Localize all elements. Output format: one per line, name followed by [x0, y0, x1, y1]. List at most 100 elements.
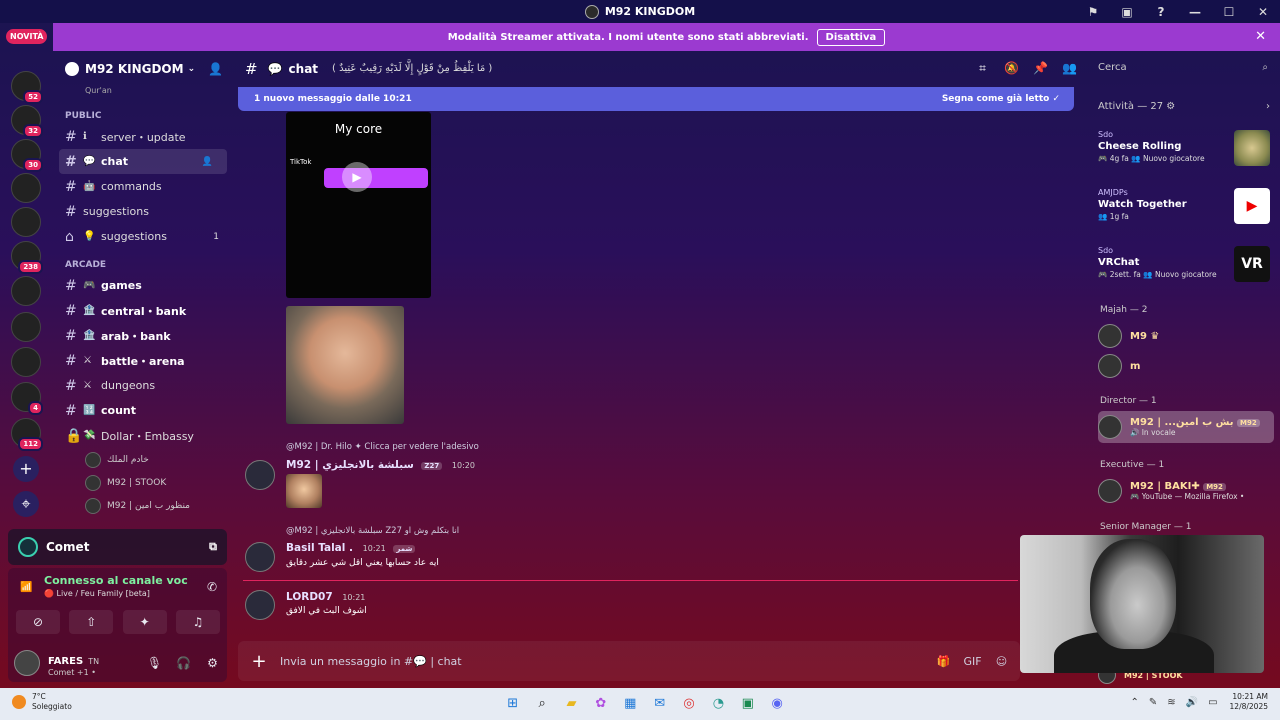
channel-battle-arena[interactable]: # ⚔ battle・arena: [53, 348, 233, 373]
attach-plus-icon[interactable]: +: [238, 651, 280, 672]
play-icon[interactable]: ▶: [342, 162, 372, 192]
explore-servers-icon[interactable]: ⌖: [13, 491, 39, 517]
channel-suggestions[interactable]: # suggestions: [53, 199, 233, 224]
category-arcade[interactable]: ARCADE: [53, 257, 233, 273]
volume-icon[interactable]: 🔊: [1186, 697, 1198, 708]
channel-server-update[interactable]: # ℹ server・update: [53, 124, 233, 149]
new-messages-bar[interactable]: 1 nuovo messaggio dalle 10:21 Segna come…: [238, 87, 1074, 111]
gift-icon[interactable]: 🎁: [929, 655, 958, 668]
screen-share-icon[interactable]: ⇧: [69, 610, 114, 634]
voice-member[interactable]: خادم الملك: [53, 448, 233, 471]
voice-channel[interactable]: 🔴 Live / Feu Family [beta]: [44, 589, 150, 598]
add-server-icon[interactable]: +: [13, 456, 39, 482]
comet-icon[interactable]: ◔: [704, 693, 733, 715]
sticker-icon[interactable]: ☺: [987, 655, 1016, 668]
activity-item[interactable]: Sdo Cheese Rolling 🎮 4g fa 👥 Nuovo gioca…: [1098, 130, 1270, 170]
server-icon[interactable]: 52: [11, 71, 43, 104]
channel-topic[interactable]: ( مَا يَلْفِظُ مِنْ قَوْلٍ إِلَّا لَدَيْ…: [332, 63, 492, 74]
pen-icon[interactable]: ✎: [1149, 697, 1157, 708]
guild-header[interactable]: M92 KINGDOM ⌄ 👤: [53, 51, 233, 86]
app-icon[interactable]: ▣: [733, 693, 762, 715]
message-author[interactable]: Basil Talal .: [286, 542, 353, 554]
channel-arab-bank[interactable]: # 🏦 arab・bank: [53, 323, 233, 348]
reply-preview[interactable]: @M92 | Dr. Hilo ✦ Clicca per vedere l'ad…: [286, 442, 479, 452]
server-icon[interactable]: 112: [11, 418, 43, 451]
activity-item[interactable]: AMJDPs Watch Together 👥 1g fa ▶: [1098, 188, 1270, 228]
inbox-icon[interactable]: ⚑: [1076, 5, 1110, 19]
weather-widget[interactable]: 7°C Soleggiato: [12, 692, 72, 712]
gif-icon[interactable]: GIF: [958, 655, 987, 668]
reply-preview[interactable]: @M92 | سبلشة بالانجليزي Z27 انا بتكلم وش…: [286, 526, 459, 536]
comet-panel[interactable]: Comet ⧉: [8, 529, 227, 565]
member-item[interactable]: M92 | BAKI✚ M92 🎮 YouTube — Mozilla Firef…: [1098, 475, 1272, 507]
wifi-icon[interactable]: ≋: [1167, 697, 1175, 708]
camera-off-icon[interactable]: ⊘: [16, 610, 60, 634]
file-explorer-icon[interactable]: ▰: [557, 693, 586, 715]
channel-dollar-embassy[interactable]: 🔒 💸 Dollar・Embassy: [53, 423, 233, 448]
search-icon[interactable]: ⌕: [527, 693, 556, 715]
window-icon[interactable]: ▣: [1110, 5, 1144, 19]
invite-user-icon[interactable]: 👤: [202, 157, 213, 167]
minimize-button[interactable]: —: [1178, 5, 1212, 19]
store-icon[interactable]: ▦: [616, 693, 645, 715]
threads-icon[interactable]: ⌗: [968, 61, 997, 76]
activity-item[interactable]: Sdo VRChat 🎮 2sett. fa 👥 Nuovo giocatore…: [1098, 246, 1270, 286]
notifications-muted-icon[interactable]: 🔕: [997, 61, 1026, 76]
server-icon[interactable]: [11, 207, 41, 237]
voice-member[interactable]: M92 | STOOK: [53, 471, 233, 494]
sticker-image[interactable]: [286, 474, 322, 508]
mark-as-read-button[interactable]: Segna come già letto ✓: [942, 94, 1060, 104]
server-icon[interactable]: 238: [11, 241, 43, 274]
category-public[interactable]: PUBLIC: [53, 108, 233, 124]
discord-icon[interactable]: ◉: [763, 693, 792, 715]
maximize-button[interactable]: ☐: [1212, 5, 1246, 19]
clock[interactable]: 10:21 AM 12/8/2025: [1230, 692, 1268, 712]
member-item[interactable]: m: [1098, 350, 1272, 382]
server-icon[interactable]: 30: [11, 139, 43, 172]
search-input[interactable]: Cerca ⌕: [1088, 56, 1276, 80]
screen-share-icon[interactable]: ⧉: [209, 540, 217, 554]
signal-icon[interactable]: 📶: [20, 582, 32, 593]
message-composer[interactable]: + Invia un messaggio in #💬 | chat 🎁 GIF …: [238, 641, 1020, 681]
headphones-icon[interactable]: 🎧: [169, 656, 198, 670]
tiktok-video-embed[interactable]: My core TikTok ▶: [286, 112, 431, 298]
battery-icon[interactable]: ▭: [1208, 697, 1217, 708]
server-icon-active[interactable]: [11, 347, 41, 377]
avatar[interactable]: [245, 460, 275, 490]
server-icon[interactable]: [11, 276, 41, 306]
avatar[interactable]: [14, 650, 40, 676]
chevron-right-icon[interactable]: ›: [1266, 96, 1270, 118]
message-author[interactable]: M92 | سبلشة بالانجليزي: [286, 459, 414, 471]
server-icon[interactable]: 32: [11, 105, 43, 138]
member-item[interactable]: M92 | ...بش ب امين M92 🔊 In vocale: [1098, 411, 1274, 443]
outlook-icon[interactable]: ✉: [645, 693, 674, 715]
channel-count[interactable]: # 🔢 count: [53, 398, 233, 423]
voice-member[interactable]: M92 | منظور ب امين: [53, 494, 233, 517]
gear-icon[interactable]: ⚙: [198, 656, 227, 670]
channel-chat[interactable]: # 💬 chat 👤: [59, 149, 227, 174]
chrome-icon[interactable]: ◎: [674, 693, 703, 715]
disconnect-icon[interactable]: ✆: [207, 580, 217, 594]
activities-icon[interactable]: ✦: [122, 610, 167, 634]
channel-commands[interactable]: # 🤖 commands: [53, 174, 233, 199]
member-item[interactable]: M9 ♛: [1098, 320, 1272, 352]
pin-icon[interactable]: 📌: [1026, 61, 1055, 76]
channel-games[interactable]: # 🎮 games: [53, 273, 233, 298]
close-banner-icon[interactable]: ✕: [1255, 29, 1266, 44]
invite-icon[interactable]: 👤: [208, 62, 223, 76]
soundboard-icon[interactable]: ♫: [175, 610, 220, 634]
server-icon[interactable]: [11, 312, 41, 342]
avatar[interactable]: [245, 542, 275, 572]
chevron-up-icon[interactable]: ⌃: [1130, 697, 1138, 708]
server-icon[interactable]: [11, 173, 41, 203]
image-attachment[interactable]: [286, 306, 404, 424]
close-window-button[interactable]: ✕: [1246, 5, 1280, 19]
disable-streamer-button[interactable]: Disattiva: [816, 28, 886, 46]
avatar[interactable]: [245, 590, 275, 620]
message-author[interactable]: LORD07: [286, 591, 333, 603]
composer-placeholder[interactable]: Invia un messaggio in #💬 | chat: [280, 655, 462, 668]
server-icon[interactable]: 4: [11, 382, 43, 415]
channel-partial[interactable]: Qur'an: [53, 86, 233, 100]
channel-dungeons[interactable]: # ⚔ dungeons: [53, 373, 233, 398]
activity-header[interactable]: Attività — 27 ⚙ ›: [1088, 96, 1280, 118]
